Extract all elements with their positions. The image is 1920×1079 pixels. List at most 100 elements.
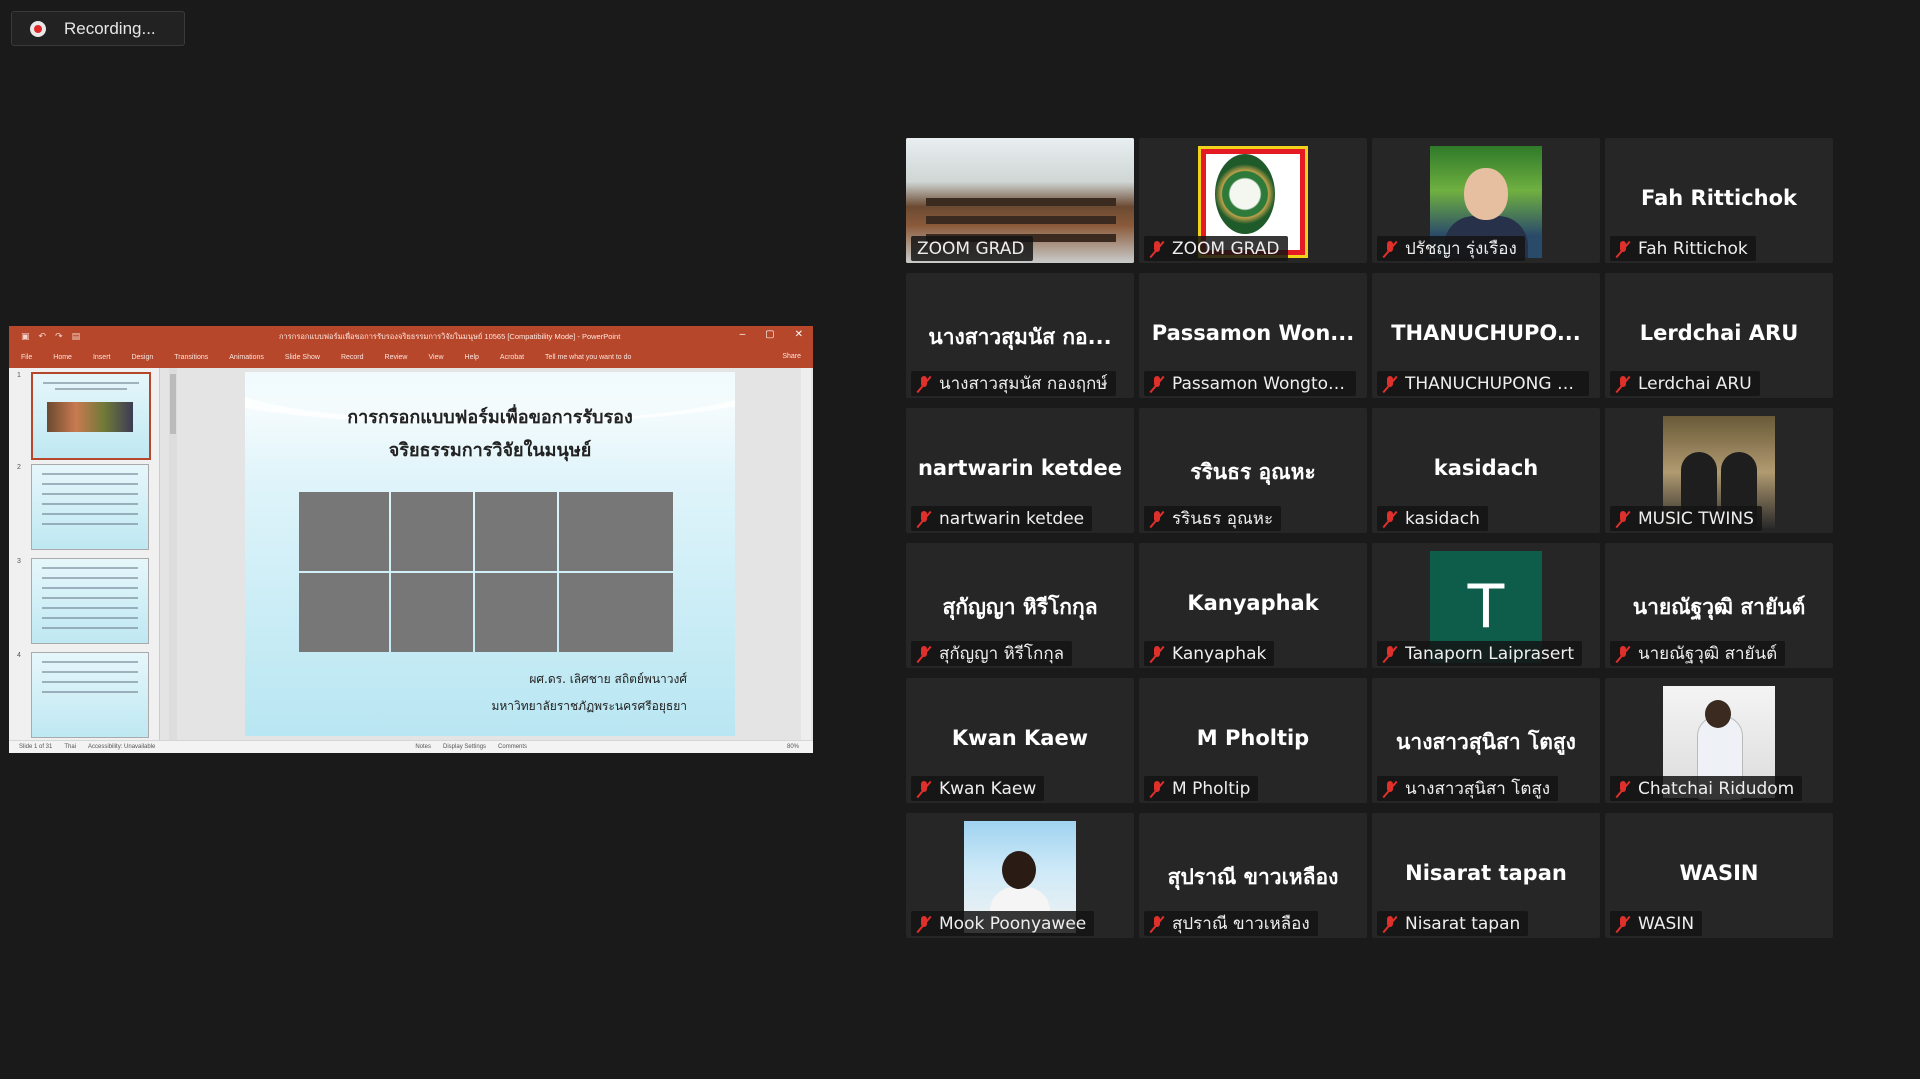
participant-name-tag: นางสาวสุมนัส กองฤกษ์ — [911, 371, 1116, 396]
comments-button[interactable]: Comments — [498, 744, 527, 750]
participant-display-name: nartwarin ketdee — [917, 456, 1123, 480]
participant-tile[interactable]: ปรัชญา รุ่งเรือง — [1372, 138, 1600, 263]
participant-name-tag: ปรัชญา รุ่งเรือง — [1377, 236, 1525, 261]
language: Thai — [64, 744, 77, 750]
powerpoint-body: 1 2 3 4 การกรอกแบบฟอร์มเพื่อขอการรับรอง … — [9, 368, 813, 740]
participant-display-name: นางสาวสุนิสา โตสูง — [1396, 730, 1576, 754]
participant-name: Passamon Wongtong... — [1172, 373, 1348, 394]
participant-name: MUSIC TWINS — [1638, 508, 1754, 529]
slide-scrollbar[interactable] — [801, 368, 811, 740]
participant-display-name: นายณัฐวุฒิ สายันต์ — [1632, 595, 1806, 619]
participant-display-name: สุปราณี ขาวเหลือง — [1167, 865, 1339, 889]
participant-name-tag: ZOOM GRAD — [911, 236, 1033, 261]
minimize-icon[interactable]: – — [740, 329, 746, 340]
zoom-level[interactable]: 80% — [787, 744, 799, 750]
participant-display-name: สุกัญญา หิรีโกกุล — [942, 595, 1098, 619]
notes-button[interactable]: Notes — [415, 744, 431, 750]
ribbon-tab[interactable]: Transitions — [174, 354, 208, 361]
ribbon-tab[interactable]: View — [428, 354, 443, 361]
participant-tile[interactable]: ZOOM GRAD — [906, 138, 1134, 263]
slide-author: ผศ.ดร. เลิศชาย สถิตย์พนาวงศ์ — [529, 672, 687, 686]
participant-name: Chatchai Ridudom — [1638, 778, 1795, 799]
participant-name-tag: Nisarat tapan — [1377, 911, 1529, 936]
slide-photo-collage — [299, 492, 673, 652]
mic-muted-icon — [1150, 240, 1164, 258]
participant-name-tag: Chatchai Ridudom — [1610, 776, 1803, 801]
mic-muted-icon — [1150, 375, 1164, 393]
participant-display-name: Kanyaphak — [1187, 591, 1319, 615]
mic-muted-icon — [1150, 510, 1164, 528]
participant-tile[interactable]: kasidach kasidach — [1372, 408, 1600, 533]
participant-name: ปรัชญา รุ่งเรือง — [1405, 239, 1517, 259]
slide-thumb-4[interactable] — [31, 652, 149, 738]
ribbon-tab[interactable]: Slide Show — [285, 354, 320, 361]
mic-muted-icon — [1616, 375, 1630, 393]
participant-display-name: Passamon Won... — [1151, 321, 1355, 345]
participant-tile[interactable]: Passamon Won... Passamon Wongtong... — [1139, 273, 1367, 398]
ribbon-tab[interactable]: File — [21, 354, 32, 361]
ribbon-tab[interactable]: Tell me what you want to do — [545, 354, 631, 361]
participant-tile[interactable]: นางสาวสุนิสา โตสูง นางสาวสุนิสา โตสูง — [1372, 678, 1600, 803]
recording-indicator[interactable]: Recording... — [11, 11, 185, 46]
participant-tile[interactable]: nartwarin ketdee nartwarin ketdee — [906, 408, 1134, 533]
participant-tile[interactable]: Nisarat tapan Nisarat tapan — [1372, 813, 1600, 938]
save-icon[interactable]: ▣ — [21, 331, 30, 342]
participant-tile[interactable]: ZOOM GRAD — [1139, 138, 1367, 263]
participant-tile[interactable]: นายณัฐวุฒิ สายันต์ นายณัฐวุฒิ สายันต์ — [1605, 543, 1833, 668]
participant-tile[interactable]: Kwan Kaew Kwan Kaew — [906, 678, 1134, 803]
thumbnail-scrollbar[interactable] — [169, 368, 177, 740]
slide-thumb-1[interactable] — [31, 372, 151, 460]
participant-tile[interactable]: T Tanaporn Laiprasert — [1372, 543, 1600, 668]
ribbon-tab[interactable]: Animations — [229, 354, 264, 361]
participant-name-tag: สุกัญญา หิรีโกกุล — [911, 641, 1073, 666]
participant-tile[interactable]: M Pholtip M Pholtip — [1139, 678, 1367, 803]
ribbon-tab[interactable]: Acrobat — [500, 354, 524, 361]
accessibility-status[interactable]: Accessibility: Unavailable — [88, 744, 155, 750]
redo-icon[interactable]: ↷ — [55, 331, 63, 342]
participant-name-tag: รรินธร อุณหะ — [1144, 506, 1282, 531]
participant-tile[interactable]: Kanyaphak Kanyaphak — [1139, 543, 1367, 668]
participant-display-name: Kwan Kaew — [951, 726, 1089, 750]
participant-name: WASIN — [1638, 913, 1695, 934]
participant-tile[interactable]: Fah Rittichok Fah Rittichok — [1605, 138, 1833, 263]
close-icon[interactable]: ✕ — [795, 329, 803, 340]
ribbon-tab[interactable]: Home — [53, 354, 72, 361]
ribbon-tab[interactable]: Help — [465, 354, 479, 361]
ribbon-tab[interactable]: Design — [131, 354, 153, 361]
participant-tile[interactable]: Lerdchai ARU Lerdchai ARU — [1605, 273, 1833, 398]
participant-tile[interactable]: นางสาวสุมนัส กอ... นางสาวสุมนัส กองฤกษ์ — [906, 273, 1134, 398]
participant-tile[interactable]: สุกัญญา หิรีโกกุล สุกัญญา หิรีโกกุล — [906, 543, 1134, 668]
participant-name-tag: นายณัฐวุฒิ สายันต์ — [1610, 641, 1786, 666]
slide-thumb-3[interactable] — [31, 558, 149, 644]
ribbon-tab[interactable]: Insert — [93, 354, 111, 361]
ribbon-tab[interactable]: Review — [385, 354, 408, 361]
participant-tile[interactable]: สุปราณี ขาวเหลือง สุปราณี ขาวเหลือง — [1139, 813, 1367, 938]
participant-name-tag: Fah Rittichok — [1610, 236, 1756, 261]
participant-tile[interactable]: Chatchai Ridudom — [1605, 678, 1833, 803]
share-button[interactable]: Share — [782, 353, 801, 360]
participant-tile[interactable]: THANUCHUPO... THANUCHUPONG VI... — [1372, 273, 1600, 398]
participant-tile[interactable]: MUSIC TWINS — [1605, 408, 1833, 533]
display-settings-button[interactable]: Display Settings — [443, 744, 486, 750]
ribbon-tab[interactable]: Record — [341, 354, 364, 361]
participant-name: nartwarin ketdee — [939, 508, 1085, 529]
maximize-icon[interactable]: ▢ — [765, 329, 774, 340]
participant-display-name: Fah Rittichok — [1641, 186, 1797, 210]
participant-name-tag: kasidach — [1377, 506, 1488, 531]
participant-tile[interactable]: รรินธร อุณหะ รรินธร อุณหะ — [1139, 408, 1367, 533]
participant-name-tag: Kwan Kaew — [911, 776, 1045, 801]
participant-name: Nisarat tapan — [1405, 913, 1521, 934]
present-icon[interactable]: ▤ — [72, 331, 81, 342]
slide-thumb-2[interactable] — [31, 464, 149, 550]
participant-display-name: Nisarat tapan — [1405, 861, 1567, 885]
thumb-number: 3 — [17, 558, 21, 565]
participant-name: สุปราณี ขาวเหลือง — [1172, 914, 1310, 934]
powerpoint-statusbar: Slide 1 of 31 Thai Accessibility: Unavai… — [9, 740, 813, 753]
undo-icon[interactable]: ↶ — [39, 331, 47, 342]
participant-name-tag: นางสาวสุนิสา โตสูง — [1377, 776, 1559, 801]
participant-tile[interactable]: Mook Poonyawee — [906, 813, 1134, 938]
participant-display-name: WASIN — [1679, 861, 1759, 885]
participant-tile[interactable]: WASIN WASIN — [1605, 813, 1833, 938]
mic-muted-icon — [1383, 510, 1397, 528]
mic-muted-icon — [1616, 240, 1630, 258]
